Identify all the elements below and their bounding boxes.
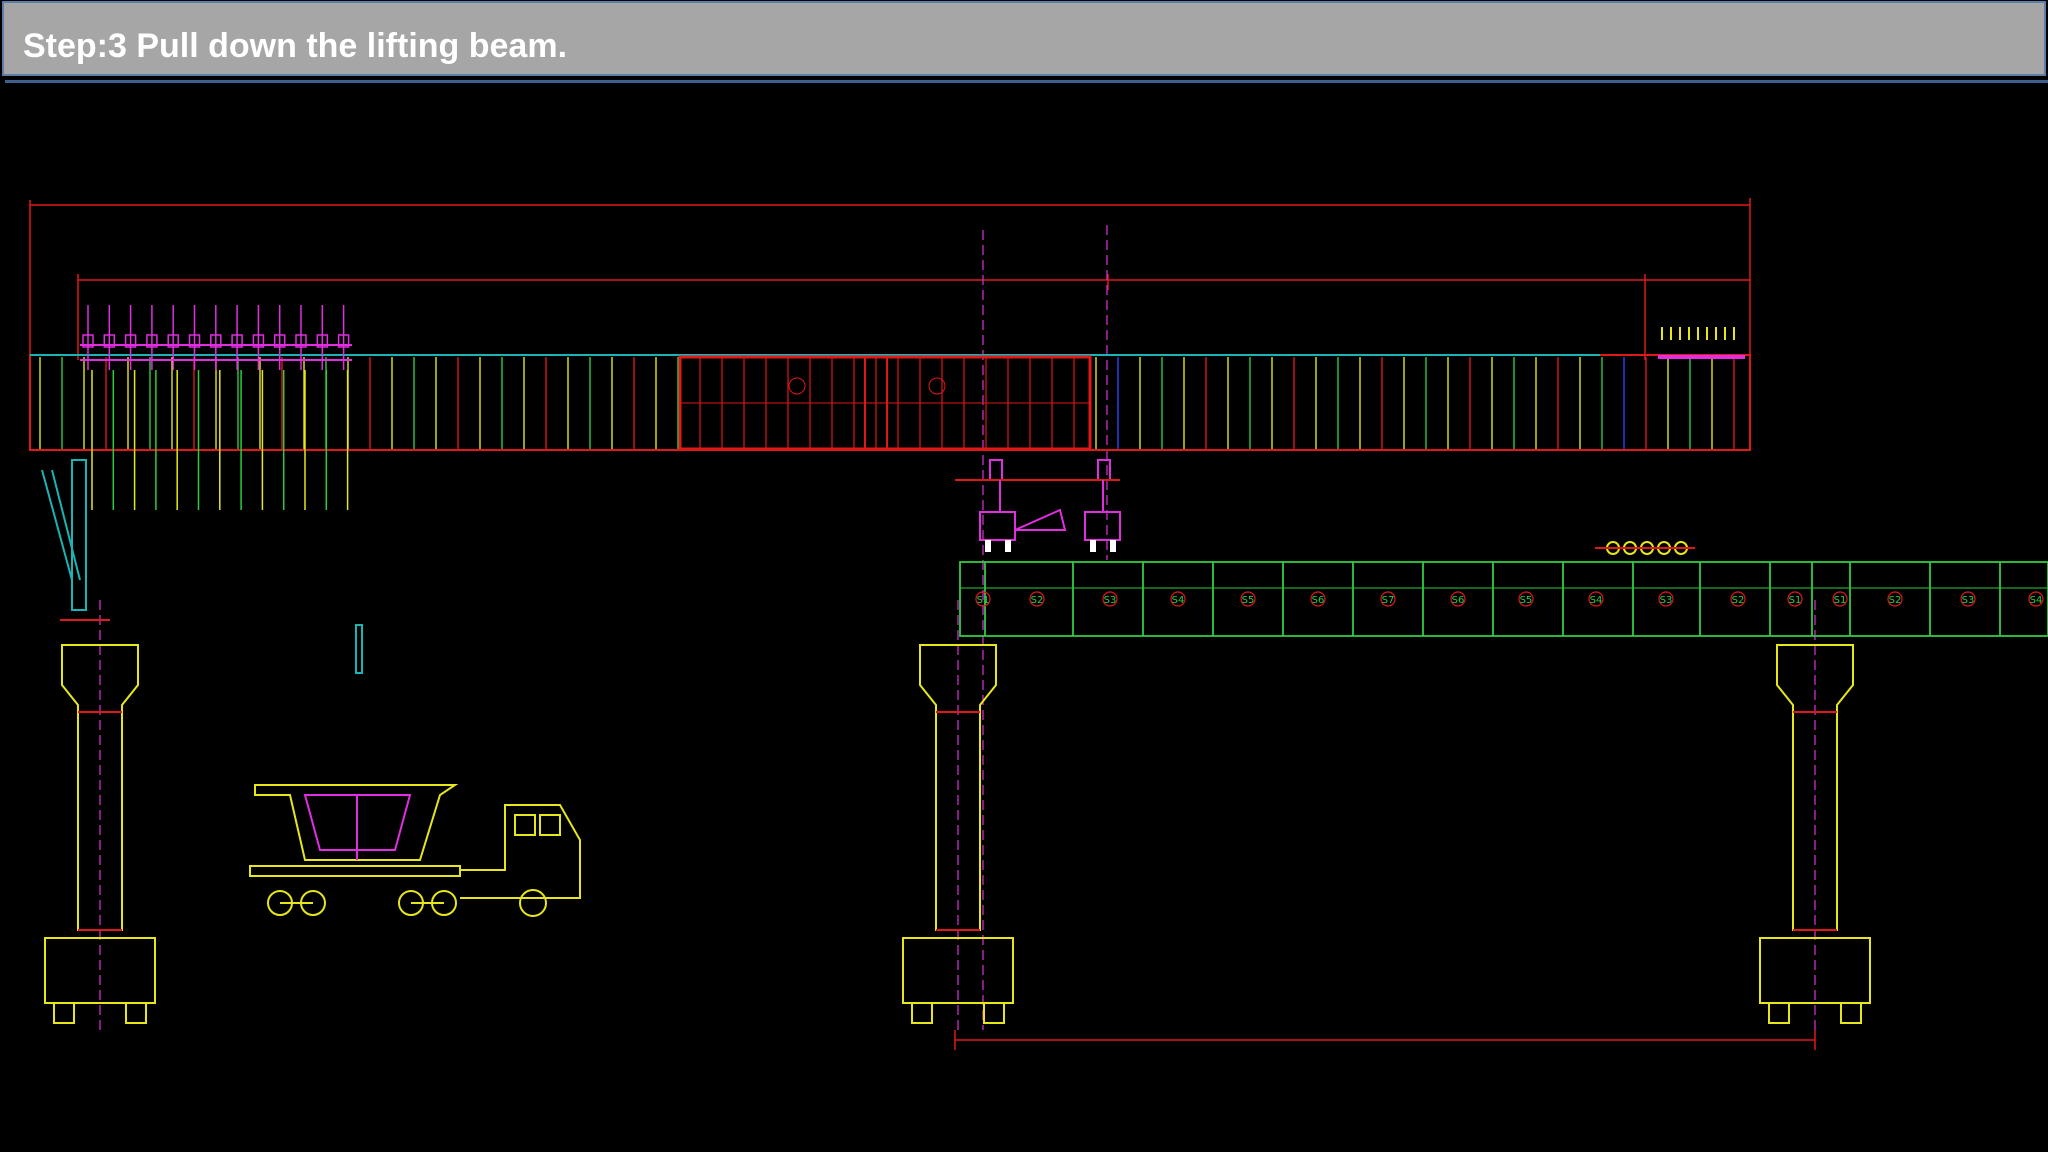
segment-label: S3 xyxy=(1962,595,1975,606)
dimension-lines xyxy=(29,198,1816,1050)
centerlines xyxy=(99,225,1816,1030)
marker xyxy=(355,624,363,674)
segment-label: S7 xyxy=(1382,595,1395,606)
segment-label: S1 xyxy=(1789,595,1802,606)
launching-girder xyxy=(29,354,1751,451)
segment-label: S4 xyxy=(2030,595,2043,606)
deck-segments xyxy=(959,561,2048,637)
rear-hoist xyxy=(1595,541,1695,555)
segment-label: S5 xyxy=(1242,595,1255,606)
segment-labels: S1 S2 S3 S4 S5 S6 S7 S6 S5 S4 S3 S2 S1 S1 S2 S3 S4 xyxy=(975,591,2044,607)
rear-hangers xyxy=(1661,327,1735,340)
transport-truck xyxy=(249,784,581,917)
cad-drawing: S1 S2 S3 S4 S5 S6 S7 S6 S5 S4 S3 S2 S1 S1 S2 S3 S4 xyxy=(29,198,2048,1050)
segment-label: S3 xyxy=(1660,595,1673,606)
front-outrigger xyxy=(41,459,110,621)
segment-label: S5 xyxy=(1520,595,1533,606)
segment-label: S2 xyxy=(1889,595,1902,606)
segment-label: S3 xyxy=(1104,595,1117,606)
segment-label: S1 xyxy=(1834,595,1847,606)
segment-label: S4 xyxy=(1590,595,1603,606)
segment-label: S1 xyxy=(977,595,990,606)
segment-label: S2 xyxy=(1732,595,1745,606)
segment-label: S6 xyxy=(1452,595,1465,606)
lifting-beam-legs xyxy=(985,540,1116,552)
lifting-beam xyxy=(955,459,1121,541)
segment-label: S2 xyxy=(1031,595,1044,606)
segment-label: S4 xyxy=(1172,595,1185,606)
segment-label: S6 xyxy=(1312,595,1325,606)
